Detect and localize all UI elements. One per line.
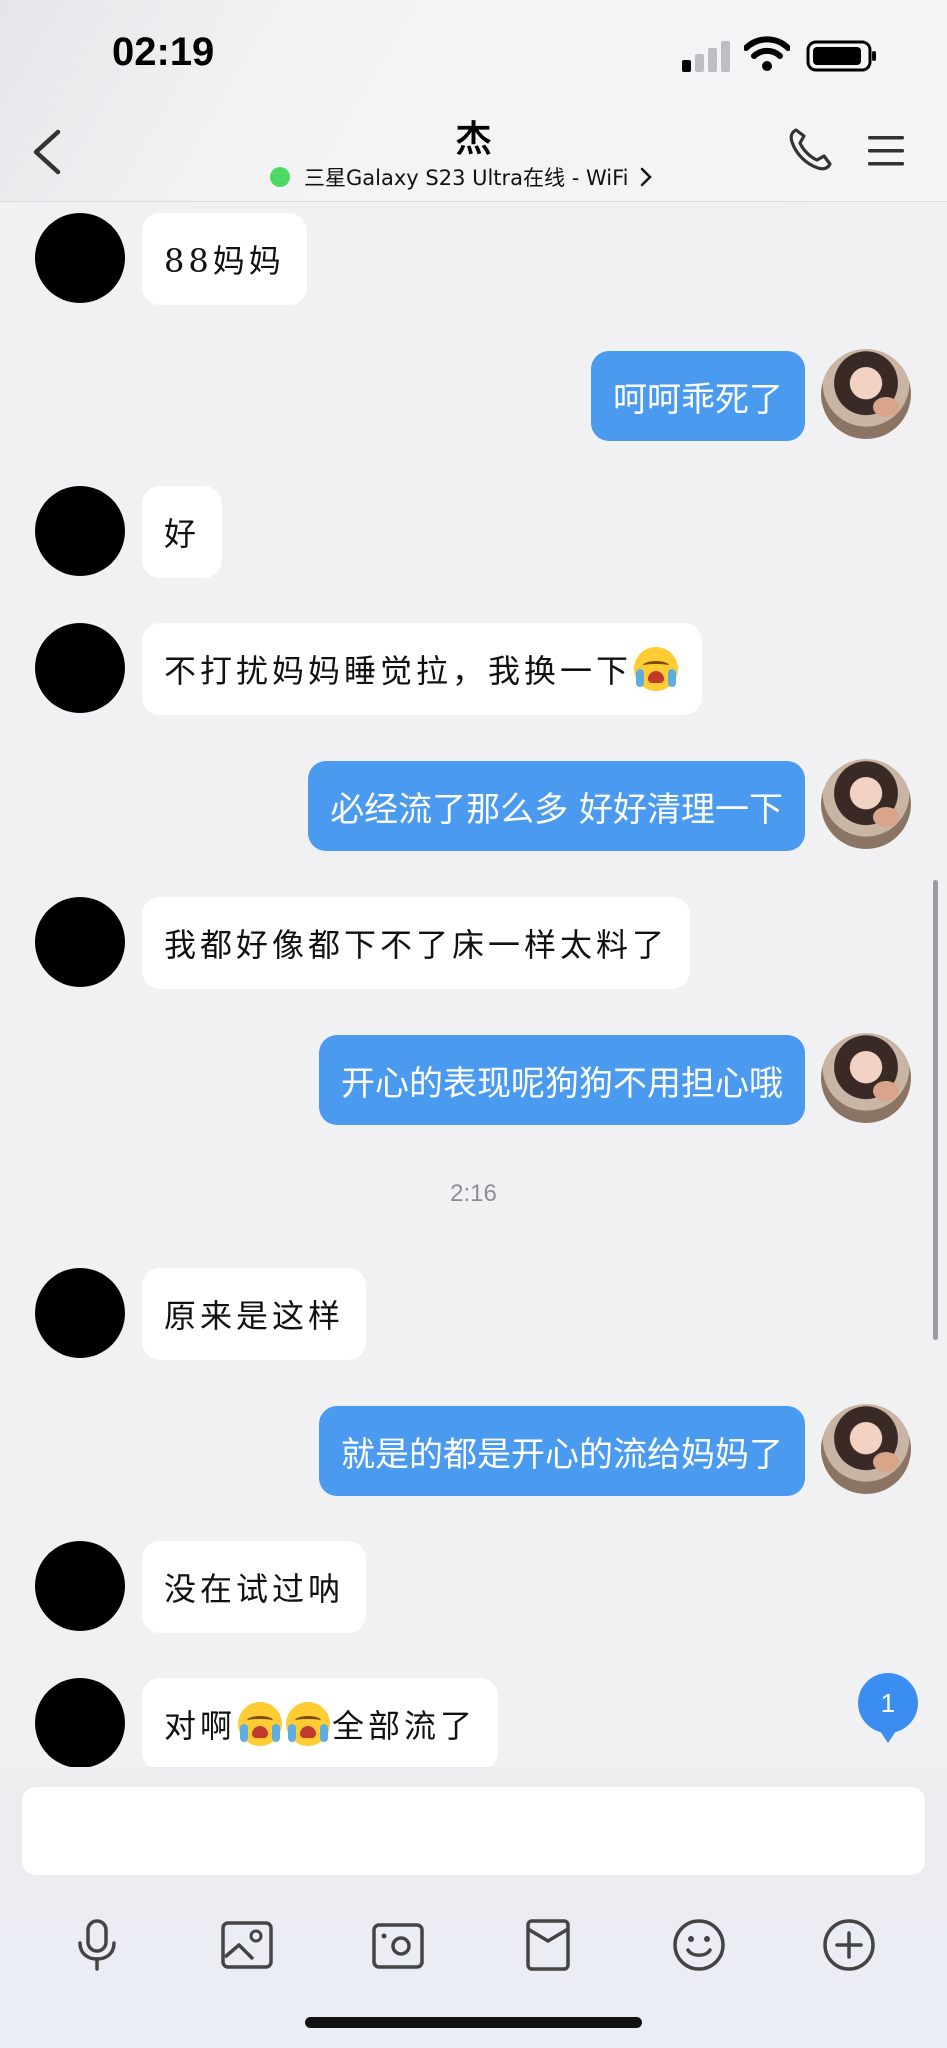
my-avatar[interactable] bbox=[821, 759, 911, 849]
crying-emoji-icon bbox=[634, 647, 679, 691]
crying-emoji-icon bbox=[286, 1702, 331, 1746]
microphone-icon[interactable] bbox=[69, 1917, 125, 1973]
contact-avatar[interactable] bbox=[35, 897, 125, 987]
message-input[interactable] bbox=[22, 1787, 925, 1875]
outgoing-message[interactable]: 就是的都是开心的流给妈妈了 bbox=[319, 1406, 805, 1496]
outgoing-message[interactable]: 必经流了那么多 好好清理一下 bbox=[308, 761, 805, 851]
incoming-message[interactable]: 对啊 全部流了 bbox=[142, 1678, 499, 1767]
chat-area[interactable]: 88妈妈 呵呵乖死了 好 不打扰妈妈睡觉拉，我换一下 必经流了那么多 好好清理一… bbox=[0, 203, 947, 1767]
top-bar: 02:19 杰 三星Galaxy S23 Ultra在线 - WiFi bbox=[0, 0, 947, 202]
contact-avatar[interactable] bbox=[35, 1541, 125, 1631]
image-icon[interactable] bbox=[219, 1917, 275, 1973]
camera-icon[interactable] bbox=[370, 1917, 426, 1973]
my-avatar[interactable] bbox=[821, 1033, 911, 1123]
incoming-message[interactable]: 不打扰妈妈睡觉拉，我换一下 bbox=[142, 623, 703, 715]
incoming-message[interactable]: 88妈妈 bbox=[142, 213, 307, 305]
scrollbar[interactable] bbox=[933, 880, 938, 1340]
online-status[interactable]: 三星Galaxy S23 Ultra在线 - WiFi bbox=[270, 162, 653, 192]
incoming-message[interactable]: 我都好像都下不了床一样太料了 bbox=[142, 897, 691, 989]
incoming-message[interactable]: 好 bbox=[142, 486, 223, 578]
home-indicator[interactable] bbox=[305, 2017, 642, 2028]
status-time: 02:19 bbox=[112, 30, 215, 74]
message-text: 对啊 bbox=[164, 1707, 237, 1745]
contact-avatar[interactable] bbox=[35, 213, 125, 303]
contact-avatar[interactable] bbox=[35, 1268, 125, 1358]
crying-emoji-icon bbox=[238, 1702, 283, 1746]
emoji-icon[interactable] bbox=[671, 1917, 727, 1973]
incoming-message[interactable]: 原来是这样 bbox=[142, 1268, 367, 1360]
message-text: 全部流了 bbox=[332, 1707, 477, 1745]
signal-icon bbox=[682, 40, 732, 72]
input-area bbox=[0, 1767, 947, 2048]
wifi-icon bbox=[744, 36, 790, 71]
plus-icon[interactable] bbox=[821, 1917, 877, 1973]
red-packet-icon[interactable] bbox=[520, 1917, 576, 1973]
online-dot-icon bbox=[270, 167, 290, 187]
contact-avatar[interactable] bbox=[35, 623, 125, 713]
contact-avatar[interactable] bbox=[35, 1678, 125, 1767]
unread-badge[interactable]: 1 bbox=[858, 1673, 918, 1743]
incoming-message[interactable]: 没在试过呐 bbox=[142, 1541, 367, 1633]
menu-button[interactable] bbox=[866, 134, 906, 168]
message-text: 不打扰妈妈睡觉拉，我换一下 bbox=[164, 652, 633, 690]
outgoing-message[interactable]: 呵呵乖死了 bbox=[591, 351, 805, 441]
phone-call-button[interactable] bbox=[786, 126, 834, 174]
battery-icon bbox=[806, 40, 876, 72]
message-timestamp: 2:16 bbox=[450, 1180, 497, 1207]
chevron-right-icon bbox=[640, 167, 652, 187]
my-avatar[interactable] bbox=[821, 1404, 911, 1494]
outgoing-message[interactable]: 开心的表现呢狗狗不用担心哦 bbox=[319, 1035, 805, 1125]
my-avatar[interactable] bbox=[821, 349, 911, 439]
online-status-text: 三星Galaxy S23 Ultra在线 - WiFi bbox=[304, 166, 629, 190]
contact-avatar[interactable] bbox=[35, 486, 125, 576]
